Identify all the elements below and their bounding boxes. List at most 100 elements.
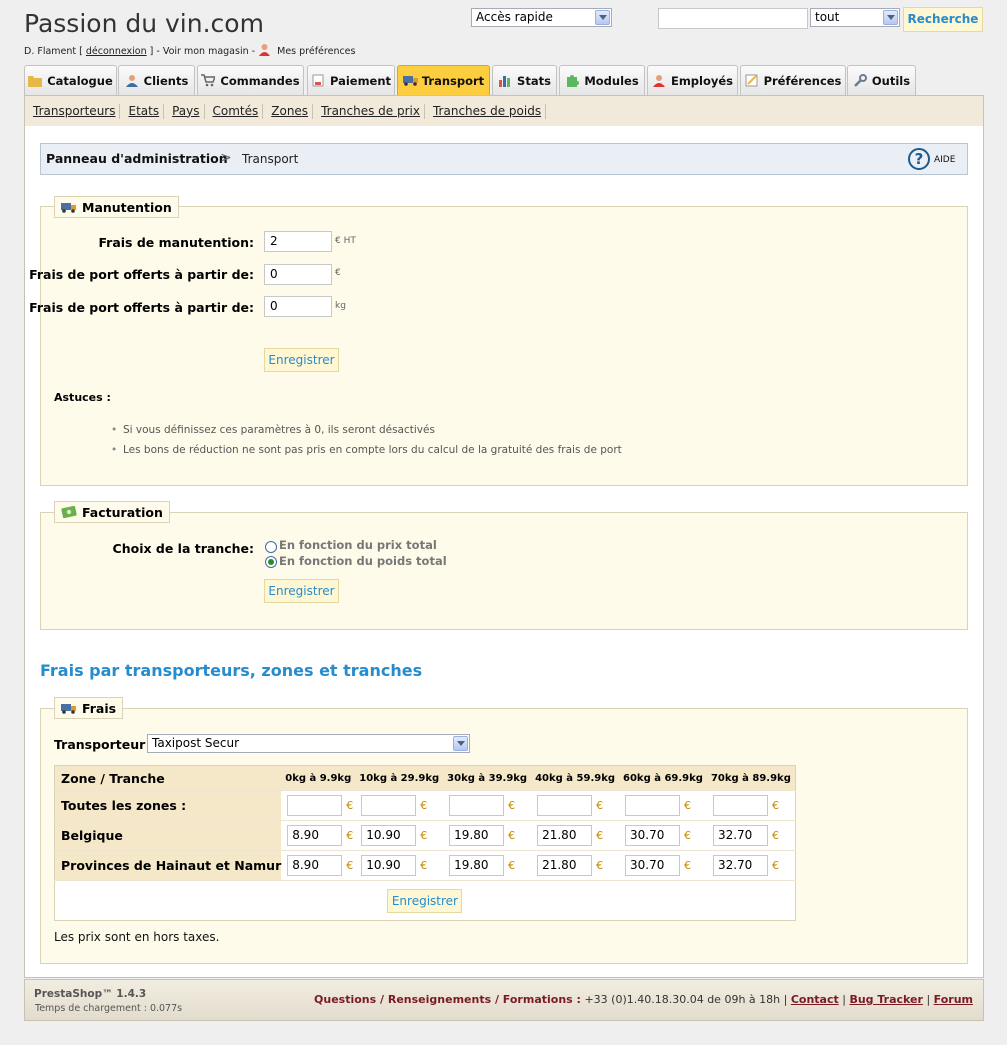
search-button[interactable]: Recherche bbox=[903, 7, 983, 32]
breadcrumb: Panneau d'administration > Transport ? A… bbox=[40, 143, 968, 175]
fee-input[interactable]: 8.90 bbox=[287, 825, 343, 846]
tab-label: Transport bbox=[421, 73, 485, 88]
load-time: Temps de chargement : 0.077s bbox=[35, 1003, 183, 1014]
range-header: 40kg à 59.9kg bbox=[531, 765, 620, 791]
chevron-down-icon bbox=[595, 10, 610, 25]
fees-save-button[interactable]: Enregistrer bbox=[387, 888, 463, 913]
currency-label: € bbox=[771, 859, 779, 872]
fee-input[interactable]: 32.70 bbox=[712, 825, 768, 846]
sub-navigation: Transporteurs Etats Pays Comtés Zones Tranche… bbox=[24, 95, 984, 126]
tab-stats[interactable]: Stats bbox=[492, 65, 557, 95]
fee-input[interactable]: 30.70 bbox=[625, 825, 681, 846]
fee-cell: 8.90 € bbox=[281, 850, 356, 881]
radio-weight-total-label[interactable]: En fonction du poids total bbox=[279, 554, 447, 568]
tab-label: Commandes bbox=[220, 73, 300, 88]
fee-input[interactable] bbox=[537, 795, 593, 816]
carrier-select[interactable]: Taxipost Secur bbox=[147, 734, 470, 753]
radio-weight-total[interactable] bbox=[265, 556, 277, 568]
tab-transport[interactable]: Transport bbox=[397, 65, 490, 95]
preferences-link[interactable]: Mes préférences bbox=[277, 46, 355, 57]
range-header: 0kg à 9.9kg bbox=[281, 765, 356, 791]
logout-link[interactable]: déconnexion bbox=[86, 46, 147, 57]
fees-legend: Frais bbox=[54, 697, 124, 719]
currency-label: € bbox=[771, 799, 779, 812]
fee-input[interactable]: 8.90 bbox=[287, 855, 343, 876]
zone-range-header: Zone / Tranche bbox=[54, 765, 282, 791]
subnav-item[interactable]: Tranches de poids bbox=[429, 103, 547, 119]
help-icon[interactable]: ? bbox=[908, 148, 930, 170]
fee-input[interactable]: 21.80 bbox=[537, 825, 593, 846]
footer-support: Questions / Renseignements / Formations … bbox=[314, 993, 973, 1006]
tab-outils[interactable]: Outils bbox=[847, 65, 916, 95]
radio-price-total[interactable] bbox=[265, 541, 277, 553]
wrench-icon bbox=[853, 74, 867, 87]
currency-label: € bbox=[684, 859, 692, 872]
fee-input[interactable]: 21.80 bbox=[537, 855, 593, 876]
tab-clients[interactable]: Clients bbox=[118, 65, 195, 95]
subnav-item[interactable]: Transporteurs bbox=[29, 103, 121, 119]
handling-fee-unit: € HT bbox=[335, 236, 356, 246]
free-shipping-weight-input[interactable]: 0 bbox=[264, 296, 332, 317]
fee-input[interactable]: 10.90 bbox=[361, 825, 417, 846]
search-input[interactable] bbox=[658, 8, 808, 29]
fee-cell: 19.80 € bbox=[443, 820, 532, 851]
search-scope-value: tout bbox=[815, 10, 840, 24]
carrier-select-value: Taxipost Secur bbox=[152, 736, 239, 750]
currency-label: € bbox=[684, 799, 692, 812]
free-shipping-price-input[interactable]: 0 bbox=[264, 264, 332, 285]
subnav-item[interactable]: Pays bbox=[168, 103, 205, 119]
fee-input[interactable] bbox=[449, 795, 505, 816]
search-scope-select[interactable]: tout bbox=[810, 8, 900, 27]
fee-input[interactable] bbox=[712, 795, 768, 816]
carrier-label: Transporteur : bbox=[54, 737, 155, 752]
billing-save-button[interactable]: Enregistrer bbox=[264, 579, 339, 603]
fee-input[interactable] bbox=[625, 795, 681, 816]
fee-cell: 19.80 € bbox=[443, 850, 532, 881]
free-shipping-weight-unit: kg bbox=[335, 301, 346, 311]
fee-input[interactable] bbox=[361, 795, 417, 816]
tab-label: Catalogue bbox=[47, 73, 113, 88]
subnav-item[interactable]: Tranches de prix bbox=[317, 103, 425, 119]
quick-access-select[interactable]: Accès rapide bbox=[471, 8, 612, 27]
support-phone: +33 (0)1.40.18.30.04 bbox=[584, 993, 704, 1006]
table-row: Provinces de Hainaut et Namur 8.90 €10.90 €… bbox=[54, 850, 796, 881]
puzzle-icon bbox=[565, 74, 580, 87]
zone-name: Belgique bbox=[54, 820, 282, 851]
forum-link[interactable]: Forum bbox=[934, 993, 973, 1006]
fee-input[interactable] bbox=[287, 795, 343, 816]
fee-cell: 21.80 € bbox=[531, 850, 620, 881]
handling-fee-input[interactable]: 2 bbox=[264, 231, 332, 252]
currency-label: € bbox=[508, 799, 516, 812]
handling-save-button[interactable]: Enregistrer bbox=[264, 348, 339, 372]
tab-préférences[interactable]: Préférences bbox=[740, 65, 846, 95]
contact-link[interactable]: Contact bbox=[791, 993, 839, 1006]
fee-cell: 30.70 € bbox=[619, 820, 707, 851]
preferences-icon bbox=[745, 74, 759, 87]
site-title: Passion du vin.com bbox=[24, 9, 264, 38]
tab-modules[interactable]: Modules bbox=[559, 65, 645, 95]
range-choice-label: Choix de la tranche: bbox=[112, 541, 254, 556]
tab-label: Employés bbox=[670, 73, 734, 88]
subnav-item[interactable]: Etats bbox=[124, 103, 165, 119]
fee-input[interactable]: 19.80 bbox=[449, 825, 505, 846]
fee-cell: 10.90 € bbox=[355, 820, 444, 851]
fee-input[interactable]: 30.70 bbox=[625, 855, 681, 876]
tab-paiement[interactable]: Paiement bbox=[307, 65, 395, 95]
bug-tracker-link[interactable]: Bug Tracker bbox=[849, 993, 923, 1006]
subnav-item[interactable]: Comtés bbox=[209, 103, 264, 119]
fee-input[interactable]: 10.90 bbox=[361, 855, 417, 876]
breadcrumb-root[interactable]: Panneau d'administration bbox=[46, 151, 228, 166]
tab-employés[interactable]: Employés bbox=[647, 65, 738, 95]
version-label: PrestaShop™ 1.4.3 bbox=[34, 988, 147, 1000]
tip-item: Si vous définissez ces paramètres à 0, i… bbox=[111, 424, 435, 436]
user-suffix: ] - Voir mon magasin - bbox=[149, 46, 256, 57]
tab-commandes[interactable]: Commandes bbox=[197, 65, 304, 95]
help-label[interactable]: AIDE bbox=[934, 155, 955, 165]
radio-price-total-label[interactable]: En fonction du prix total bbox=[279, 538, 437, 552]
fee-input[interactable]: 19.80 bbox=[449, 855, 505, 876]
subnav-item[interactable]: Zones bbox=[267, 103, 314, 119]
fee-input[interactable]: 32.70 bbox=[712, 855, 768, 876]
tab-catalogue[interactable]: Catalogue bbox=[24, 65, 117, 95]
fee-cell: € bbox=[706, 790, 796, 821]
range-header: 60kg à 69.9kg bbox=[619, 765, 707, 791]
